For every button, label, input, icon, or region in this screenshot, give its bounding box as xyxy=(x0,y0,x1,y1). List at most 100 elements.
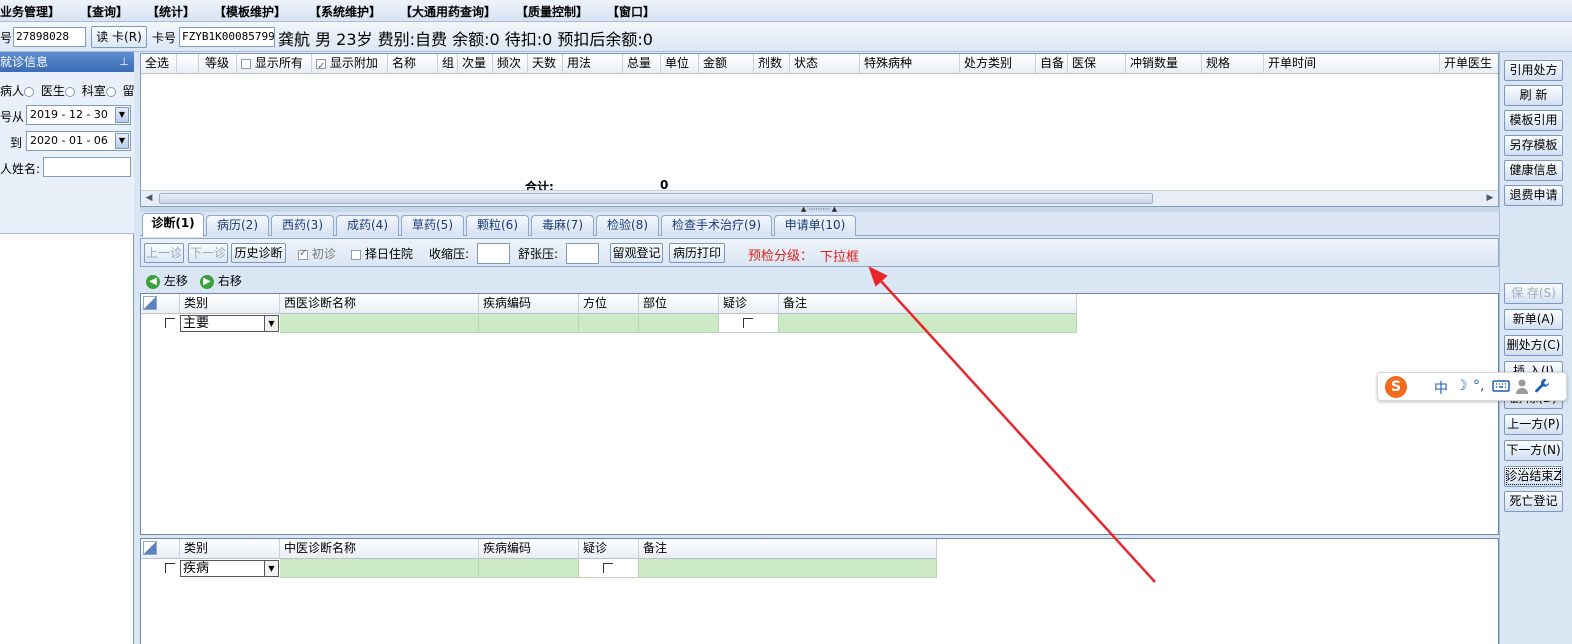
col-select-all[interactable]: 全选 xyxy=(141,54,177,74)
first-visit-checkbox[interactable] xyxy=(298,248,308,260)
suspected-checkbox[interactable] xyxy=(603,563,613,573)
prev-visit-button[interactable]: 上一诊 xyxy=(144,243,184,263)
horizontal-scrollbar[interactable]: ◀ ▶ xyxy=(141,190,1498,206)
ime-toolbar[interactable]: S 中 ☽ °, xyxy=(1377,372,1567,401)
tab-exam-surgery[interactable]: 检查手术治疗(9) xyxy=(661,215,772,236)
tab-diagnosis[interactable]: 诊断(1) xyxy=(142,213,204,237)
death-register-button[interactable]: 死亡登记 xyxy=(1504,491,1563,512)
reference-rx-button[interactable]: 引用处方 xyxy=(1504,60,1563,81)
scroll-right-arrow-icon[interactable]: ▶ xyxy=(1482,191,1498,206)
move-right-label: 右移 xyxy=(217,274,242,288)
from-date-picker[interactable]: 2019 - 12 - 30 ▼ xyxy=(26,105,131,125)
suspected-cell[interactable] xyxy=(579,559,639,578)
tab-record[interactable]: 病历(2) xyxy=(206,215,269,236)
chevron-down-icon[interactable]: ▼ xyxy=(115,107,129,123)
hospital-checkbox[interactable] xyxy=(351,249,361,260)
wrench-icon[interactable] xyxy=(1534,378,1550,398)
history-diagnosis-button[interactable]: 历史诊断 xyxy=(231,243,286,263)
pin-icon[interactable]: ⊥ xyxy=(119,52,129,72)
move-right-button[interactable]: ▶ 右移 xyxy=(200,272,242,289)
chevron-down-icon[interactable]: ▼ xyxy=(115,133,129,149)
tab-patent-drug[interactable]: 成药(4) xyxy=(336,215,399,236)
tab-granule[interactable]: 颗粒(6) xyxy=(466,215,529,236)
select-all-corner-icon[interactable] xyxy=(143,296,157,310)
menu-quality[interactable]: 【质量控制】 xyxy=(516,3,588,20)
row-checkbox[interactable] xyxy=(165,563,175,573)
disease-code-cell[interactable] xyxy=(479,314,579,333)
tab-narcotic[interactable]: 毒麻(7) xyxy=(531,215,594,236)
keyboard-icon[interactable] xyxy=(1492,379,1510,397)
tab-lab[interactable]: 检验(8) xyxy=(596,215,659,236)
card-input[interactable]: FZYB1K00085799 xyxy=(179,27,275,47)
move-left-button[interactable]: ◀ 左移 xyxy=(146,272,188,289)
observe-register-button[interactable]: 留观登记 xyxy=(610,243,663,263)
radio-patient[interactable] xyxy=(24,86,35,97)
disease-code-cell[interactable] xyxy=(479,559,579,578)
table-row[interactable]: 疾病 ▼ xyxy=(141,559,937,578)
id-input[interactable]: 27898028 xyxy=(13,27,86,47)
table-row[interactable]: 主要 ▼ xyxy=(141,314,1077,333)
save-template-button[interactable]: 另存模板 xyxy=(1504,135,1563,156)
refund-request-button[interactable]: 退费申请 xyxy=(1504,185,1563,206)
hospital-toggle[interactable]: 择日住院 xyxy=(351,245,413,262)
western-name-cell[interactable] xyxy=(280,314,479,333)
tab-western-drug[interactable]: 西药(3) xyxy=(271,215,334,236)
suspected-cell[interactable] xyxy=(719,314,779,333)
precheck-dropdown[interactable]: 下拉框 xyxy=(820,246,859,265)
select-all-corner-icon[interactable] xyxy=(143,541,157,555)
category-select[interactable]: 疾病 ▼ xyxy=(180,560,279,577)
patient-name-input[interactable] xyxy=(43,157,131,177)
diastolic-input[interactable] xyxy=(566,243,599,264)
finish-visit-button[interactable]: 诊治结束Z xyxy=(1504,466,1563,487)
refresh-button[interactable]: 刷 新 xyxy=(1504,85,1563,106)
punctuation-icon[interactable]: °, xyxy=(1473,378,1484,394)
menu-query[interactable]: 【查询】 xyxy=(80,3,128,20)
remark-cell[interactable] xyxy=(779,314,1077,333)
next-visit-button[interactable]: 下一诊 xyxy=(188,243,228,263)
col-doses: 剂数 xyxy=(754,54,790,74)
row-checkbox[interactable] xyxy=(165,318,175,328)
remark-cell[interactable] xyxy=(639,559,937,578)
patient-info: 龚航 男 23岁 费别:自费 余额:0 待扣:0 预扣后余额:0 xyxy=(278,30,653,49)
show-all-checkbox[interactable] xyxy=(241,58,251,69)
col-western-name: 西医诊断名称 xyxy=(280,294,479,314)
delete-rx-button[interactable]: 删处方(C) xyxy=(1504,335,1563,356)
prev-rx-button[interactable]: 上一方(P) xyxy=(1504,414,1563,435)
chevron-down-icon[interactable]: ▼ xyxy=(264,316,278,331)
suspected-checkbox[interactable] xyxy=(743,318,753,328)
radio-dept[interactable] xyxy=(105,86,116,97)
category-select[interactable]: 主要 ▼ xyxy=(180,315,279,332)
to-date-picker[interactable]: 2020 - 01 - 06 ▼ xyxy=(26,131,131,151)
position-cell[interactable] xyxy=(639,314,719,333)
show-extra-toggle[interactable]: 显示附加 xyxy=(312,54,388,74)
moon-icon[interactable]: ☽ xyxy=(1455,378,1468,394)
menu-window[interactable]: 【窗口】 xyxy=(607,3,655,20)
menu-template[interactable]: 【模板维护】 xyxy=(214,3,286,20)
show-extra-checkbox[interactable] xyxy=(316,57,326,74)
tab-request[interactable]: 申请单(10) xyxy=(774,215,856,236)
first-visit-toggle[interactable]: 初诊 xyxy=(298,245,336,262)
read-card-button[interactable]: 读 卡(R) xyxy=(91,26,147,48)
user-icon[interactable] xyxy=(1515,378,1529,398)
chevron-down-icon[interactable]: ▼ xyxy=(264,561,278,576)
menu-system[interactable]: 【系统维护】 xyxy=(309,3,381,20)
sogou-logo-icon[interactable]: S xyxy=(1385,376,1407,398)
scroll-left-arrow-icon[interactable]: ◀ xyxy=(141,191,157,206)
tab-herbal[interactable]: 草药(5) xyxy=(401,215,464,236)
template-reference-button[interactable]: 模板引用 xyxy=(1504,110,1563,131)
show-all-toggle[interactable]: 显示所有 xyxy=(237,54,312,74)
next-rx-button[interactable]: 下一方(N) xyxy=(1504,440,1563,461)
save-button[interactable]: 保 存(S) xyxy=(1504,283,1563,304)
menu-stats[interactable]: 【统计】 xyxy=(147,3,195,20)
print-record-button[interactable]: 病历打印 xyxy=(669,243,725,263)
chinese-name-cell[interactable] xyxy=(280,559,479,578)
new-order-button[interactable]: 新单(A) xyxy=(1504,309,1563,330)
ime-mode-toggle[interactable]: 中 xyxy=(1434,378,1448,398)
health-info-button[interactable]: 健康信息 xyxy=(1504,160,1563,181)
orientation-cell[interactable] xyxy=(579,314,639,333)
systolic-input[interactable] xyxy=(477,243,510,264)
radio-doctor[interactable] xyxy=(64,86,75,97)
scrollbar-thumb[interactable] xyxy=(159,193,1153,204)
menu-drug-query[interactable]: 【大通用药查询】 xyxy=(400,3,496,20)
menu-business[interactable]: 业务管理】 xyxy=(0,3,60,20)
